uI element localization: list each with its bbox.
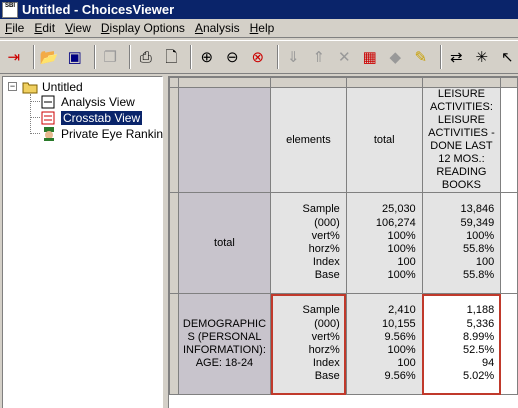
toolbar-separator xyxy=(276,45,279,69)
crosstab-grid: elements total LEISURE ACTIVITIES: LEISU… xyxy=(168,76,518,408)
app-icon: SBI xyxy=(2,1,18,18)
column-header-stub[interactable] xyxy=(270,77,347,88)
menu-analysis[interactable]: Analysis xyxy=(190,21,245,35)
sort-descending-icon[interactable]: ⇓ xyxy=(283,46,305,69)
column-header-stub[interactable] xyxy=(421,77,502,88)
row-header-stub[interactable] xyxy=(169,87,179,193)
menu-file[interactable]: File xyxy=(0,21,29,35)
title-bar: SBI Untitled - ChoicesViewer xyxy=(0,0,518,19)
sort-ascending-icon[interactable]: ⇑ xyxy=(308,46,330,69)
stat-label: horz% xyxy=(308,243,340,255)
column-header-reading-books[interactable]: LEISURE ACTIVITIES: LEISURE ACTIVITIES -… xyxy=(421,87,502,193)
empty-cell xyxy=(500,293,518,395)
tree-view: − Untitled Analysis View Crosstab View P… xyxy=(2,76,181,408)
cell-total-total[interactable]: 25,030 106,274 100% 100% 100 100% xyxy=(345,192,423,294)
back-arrow-icon[interactable]: ↖ xyxy=(497,46,518,69)
column-header-stub[interactable] xyxy=(500,77,518,88)
tree-item-analysis-view[interactable]: Analysis View xyxy=(41,94,135,110)
copy-icon[interactable]: ❐ xyxy=(100,46,122,69)
window-title: Untitled - ChoicesViewer xyxy=(22,2,175,17)
detective-icon xyxy=(41,127,57,141)
stat-label: Sample xyxy=(302,304,340,317)
row-label-age-18-24[interactable]: DEMOGRAPHIC S (PERSONAL INFORMATION): AG… xyxy=(177,293,272,395)
tree-connector xyxy=(30,133,40,134)
folder-icon xyxy=(22,80,38,94)
menu-edit[interactable]: Edit xyxy=(29,21,60,35)
empty-cell xyxy=(500,192,518,294)
stat-label: (000) xyxy=(314,216,340,229)
stat-label: Index xyxy=(312,256,340,269)
stat-label: horz% xyxy=(308,344,340,356)
sparkle-icon[interactable]: ✳ xyxy=(471,46,493,69)
toolbar-separator xyxy=(129,45,131,69)
tree-item-crosstab-view[interactable]: Crosstab View xyxy=(41,110,144,126)
toolbar: ⇥ 📂 ▣ ❐ ⎙ 🗋 ⊕ ⊖ ⊗ ⇓ ⇑ ✕ ▦ ◆ ✎ ⇄ ✳ ↖ xyxy=(0,40,518,74)
print-icon[interactable]: ⎙ xyxy=(135,46,157,69)
row-header-stub[interactable] xyxy=(169,192,179,294)
menu-display-options[interactable]: Display Options xyxy=(96,21,190,35)
filter-icon[interactable]: ◆ xyxy=(385,46,407,69)
zoom-out-icon[interactable]: ⊖ xyxy=(222,46,244,69)
toolbar-separator xyxy=(439,45,442,69)
table-icon[interactable]: ▦ xyxy=(359,46,381,69)
empty-cell xyxy=(500,87,518,193)
stat-label: Base xyxy=(314,370,340,383)
open-folder-icon[interactable]: 📂 xyxy=(39,46,61,69)
save-icon[interactable]: ▣ xyxy=(64,46,86,69)
cell-total-reading-books[interactable]: 13,846 59,349 100% 55.8% 100 55.8% xyxy=(421,192,502,294)
stat-label: Sample xyxy=(302,203,340,216)
swap-axes-icon[interactable]: ⇄ xyxy=(446,46,468,69)
menu-view[interactable]: View xyxy=(60,21,96,35)
column-header-stub[interactable] xyxy=(177,77,272,88)
zoom-reset-icon[interactable]: ⊗ xyxy=(247,46,269,69)
remove-column-icon[interactable]: ✕ xyxy=(334,46,356,69)
row-header-stub[interactable] xyxy=(169,293,179,395)
tree-connector xyxy=(30,117,40,118)
stat-label: vert% xyxy=(311,330,340,343)
stat-labels-cell: Sample (000) vert% horz% Index Base xyxy=(270,293,347,395)
stat-label: Base xyxy=(314,269,340,282)
tree-collapse-toggle[interactable]: − xyxy=(8,82,17,91)
grid-corner xyxy=(169,77,179,88)
tree-connector xyxy=(30,94,31,134)
stat-labels-cell: Sample (000) vert% horz% Index Base xyxy=(270,192,347,294)
toolbar-separator xyxy=(32,45,35,69)
stat-label: Index xyxy=(312,357,340,370)
column-header-stub[interactable] xyxy=(345,77,423,88)
row-label-total[interactable]: total xyxy=(177,192,272,294)
stat-label: vert% xyxy=(311,229,340,242)
tree-item-private-eye-ranking[interactable]: Private Eye Ranking V xyxy=(41,126,181,142)
crosstab-view-icon xyxy=(41,111,57,125)
stat-label: (000) xyxy=(314,317,340,330)
print-preview-icon[interactable]: 🗋 xyxy=(161,46,183,69)
cell-age-total[interactable]: 2,410 10,155 9.56% 100% 100 9.56% xyxy=(345,293,423,395)
zoom-in-icon[interactable]: ⊕ xyxy=(196,46,218,69)
column-header-elements[interactable]: elements xyxy=(270,87,347,193)
exit-icon[interactable]: ⇥ xyxy=(3,46,25,69)
menu-help[interactable]: Help xyxy=(245,21,280,35)
highlight-icon[interactable]: ✎ xyxy=(410,46,432,69)
toolbar-separator xyxy=(93,45,96,69)
toolbar-separator xyxy=(190,45,192,69)
menu-bar: File Edit View Display Options Analysis … xyxy=(0,19,518,38)
corner-cell xyxy=(177,87,272,193)
column-header-total[interactable]: total xyxy=(345,87,423,193)
tree-root[interactable]: Untitled xyxy=(22,79,83,95)
tree-connector xyxy=(30,101,40,102)
cell-age-reading-books[interactable]: 1,188 5,336 8.99% 52.5% 94 5.02% xyxy=(421,293,502,395)
analysis-view-icon xyxy=(41,95,57,109)
